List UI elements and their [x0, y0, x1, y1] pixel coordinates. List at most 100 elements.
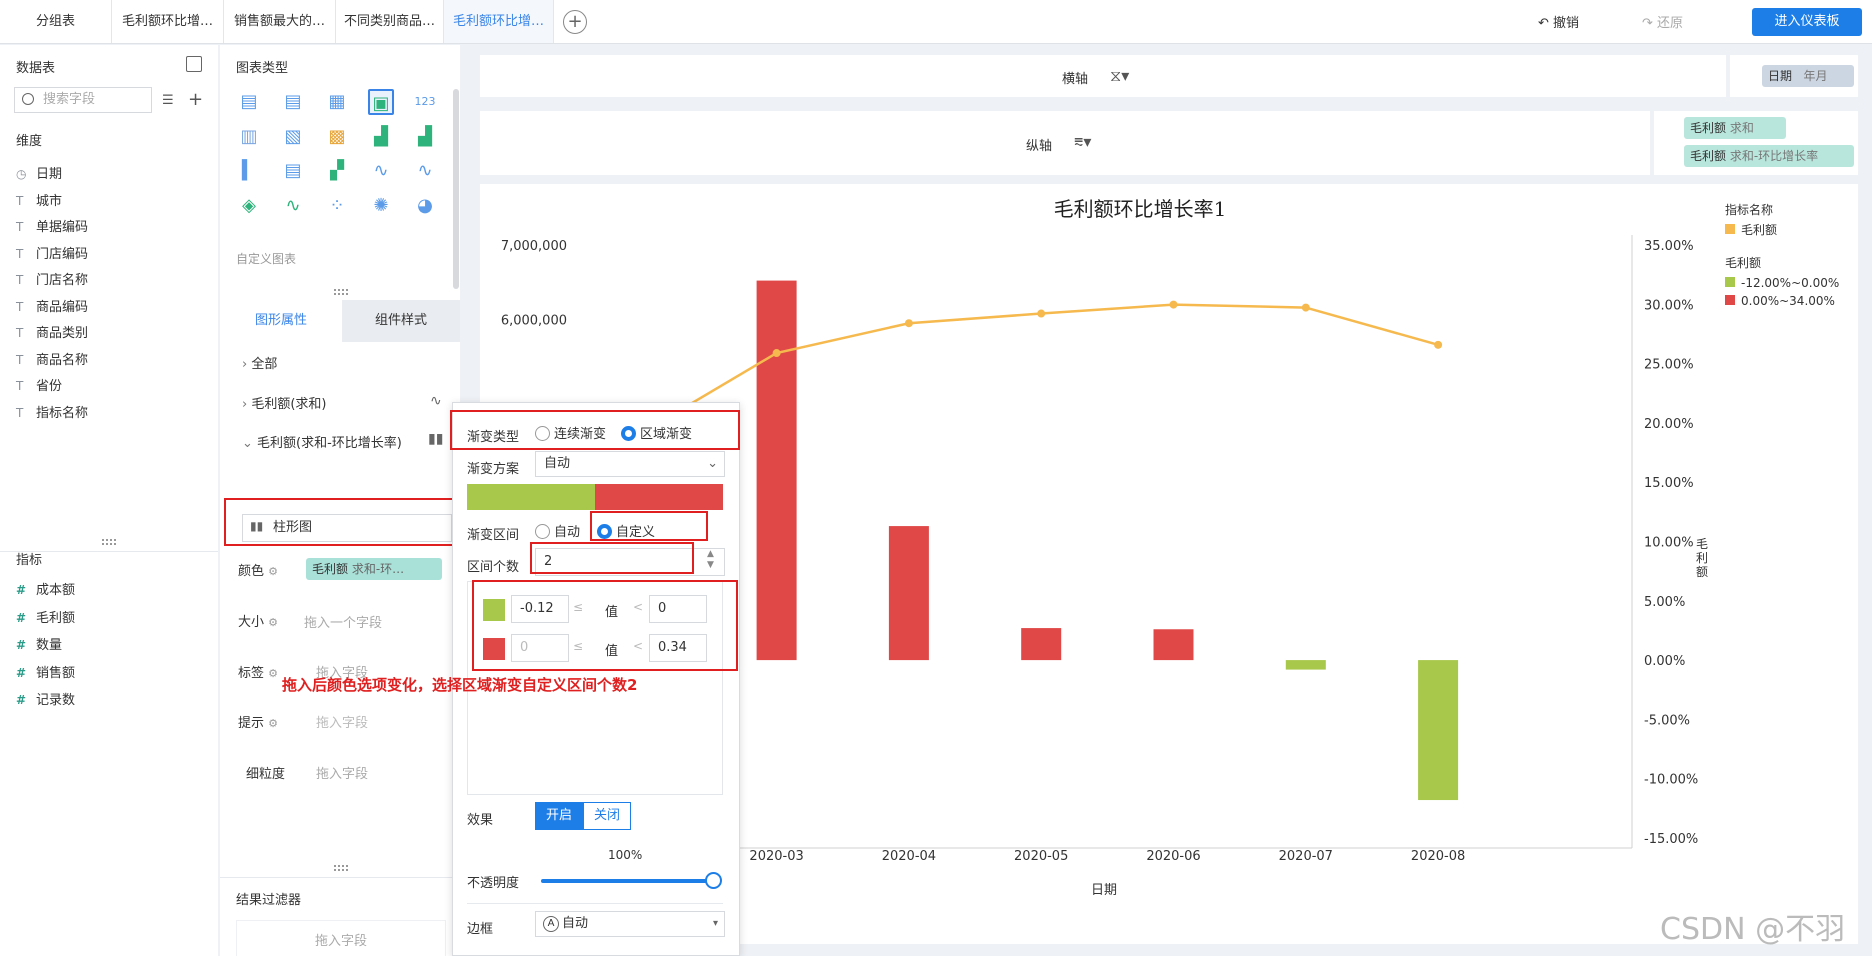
dimension-field[interactable]: T 指标名称	[16, 402, 88, 421]
effect-on-button[interactable]: 开启	[535, 802, 583, 830]
gear-icon[interactable]: ⚙	[268, 717, 278, 730]
measure-field[interactable]: # 记录数	[16, 689, 75, 708]
undo-icon: ↶	[1538, 16, 1554, 31]
chart-switch-icon[interactable]: ⩳▾	[1074, 132, 1091, 152]
x-field-pill[interactable]: 日期 年月	[1762, 65, 1854, 87]
chart-type-icon[interactable]: ▧	[280, 124, 306, 150]
bar-chart-icon[interactable]: ▮▮	[428, 431, 443, 447]
all-series-item[interactable]: › 全部	[242, 353, 277, 372]
dimension-field[interactable]: T 省份	[16, 375, 62, 394]
filter-drop-zone[interactable]: 拖入字段	[236, 920, 446, 956]
line-point	[904, 319, 913, 328]
chart-type-icon[interactable]: ◕	[412, 193, 438, 219]
dimension-field[interactable]: T 商品编码	[16, 296, 88, 315]
tab-item[interactable]: 毛利额环比增…	[112, 0, 224, 43]
tab-item[interactable]: 销售额最大的…	[224, 0, 336, 43]
legend-title: 毛利额	[1725, 256, 1761, 270]
y-right-tick-label: 35.00%	[1644, 239, 1694, 254]
opacity-slider-handle[interactable]	[705, 872, 722, 889]
sort-icon[interactable]: ☰	[162, 93, 174, 108]
chart-type-icon[interactable]: ◈	[236, 193, 262, 219]
chart-type-icon[interactable]: ▍	[236, 158, 262, 184]
chart-type-icon[interactable]: ▩	[324, 124, 350, 150]
chart-type-icon[interactable]: ▤	[236, 89, 262, 115]
add-tab-icon[interactable]: +	[563, 10, 587, 34]
search-input[interactable]: 搜索字段	[14, 87, 152, 113]
resize-handle[interactable]	[334, 865, 348, 871]
sort-axis-icon[interactable]: ⧖▾	[1110, 66, 1129, 86]
measure-field[interactable]: # 数量	[16, 634, 62, 653]
gear-icon[interactable]: ⚙	[268, 667, 278, 680]
radio-range-auto[interactable]: 自动	[535, 521, 580, 540]
series-item-sum[interactable]: › 毛利额(求和)	[242, 393, 327, 412]
dimension-field[interactable]: T 城市	[16, 190, 62, 209]
resize-handle[interactable]	[334, 289, 348, 295]
resize-handle[interactable]	[102, 539, 116, 545]
chart-type-icon[interactable]: ▤	[280, 158, 306, 184]
chart-type-icon[interactable]: ∿	[280, 193, 306, 219]
legend-swatch	[1725, 295, 1735, 305]
border-select[interactable]: 自动 ▾	[535, 911, 725, 937]
chart-type-icon[interactable]: ✺	[368, 193, 394, 219]
enter-dashboard-button[interactable]: 进入仪表板	[1752, 8, 1862, 36]
chart-type-icon[interactable]: ∿	[368, 158, 394, 184]
dimension-field[interactable]: ◷ 日期	[16, 163, 62, 182]
opacity-label: 不透明度	[467, 876, 520, 891]
tab-component-style[interactable]: 组件样式	[342, 300, 460, 342]
chart-type-icon[interactable]: ▟	[412, 124, 438, 150]
line-chart-icon[interactable]: ∿	[430, 393, 442, 409]
y-right-axis-title-char: 毛	[1696, 537, 1708, 551]
tab-graph-props[interactable]: 图形属性	[220, 300, 342, 342]
opacity-slider-track[interactable]	[541, 879, 715, 883]
series-item-growth[interactable]: ⌄ 毛利额(求和-环比增长率)	[242, 432, 402, 451]
switch-table-icon[interactable]	[186, 56, 202, 72]
dimension-field[interactable]: T 商品类别	[16, 322, 88, 341]
measure-field[interactable]: # 毛利额	[16, 607, 75, 626]
tab-item[interactable]: 不同类别商品…	[336, 0, 444, 43]
scrollbar[interactable]	[453, 89, 459, 289]
dimension-field[interactable]: T 门店名称	[16, 269, 88, 288]
chart-type-icon[interactable]: ▞	[324, 158, 350, 184]
scheme-select[interactable]: 自动 ⌄	[535, 451, 725, 477]
size-property: 大小 ⚙	[238, 611, 278, 630]
measure-field[interactable]: # 成本额	[16, 579, 75, 598]
field-label: 商品编码	[36, 299, 89, 315]
granularity-drop-zone[interactable]: 拖入字段	[316, 763, 368, 782]
chart-type-icon[interactable]: ▦	[324, 89, 350, 115]
stepper-icon[interactable]: ▲ ▼	[707, 549, 714, 571]
legend-item: -12.00%~0.00%	[1741, 276, 1839, 290]
effect-off-button[interactable]: 关闭	[583, 802, 631, 830]
search-placeholder: 搜索字段	[43, 92, 96, 107]
dropdown-arrow-icon: ▾	[712, 918, 718, 929]
dimension-field[interactable]: T 商品名称	[16, 349, 88, 368]
measure-field[interactable]: # 销售额	[16, 662, 75, 681]
undo-button[interactable]: ↶ 撤销	[1538, 12, 1579, 31]
chart-type-icon[interactable]: ▥	[236, 124, 262, 150]
y-field-pill-1[interactable]: 毛利额 求和	[1684, 117, 1786, 139]
gear-icon[interactable]: ⚙	[268, 616, 278, 629]
chevron-right-icon: ›	[242, 357, 252, 372]
tip-drop-zone[interactable]: 拖入字段	[316, 712, 368, 731]
redo-button[interactable]: ↷ 还原	[1642, 12, 1683, 31]
add-field-icon[interactable]: +	[188, 89, 203, 110]
chart-type-icon[interactable]: ⁘	[324, 193, 350, 219]
gear-icon[interactable]: ⚙	[268, 565, 278, 578]
dimension-field[interactable]: T 门店编码	[16, 243, 88, 262]
chart-type-icon[interactable]: 123	[412, 89, 438, 115]
chart-type-icon[interactable]: ▣	[368, 89, 394, 115]
color-field-pill[interactable]: 毛利额 求和-环…	[306, 558, 442, 580]
text-type-icon: T	[16, 405, 24, 420]
custom-chart-link[interactable]: 自定义图表	[236, 250, 296, 267]
number-type-icon: #	[16, 665, 27, 680]
chart-type-icon[interactable]: ▟	[368, 124, 394, 150]
chart-type-icon[interactable]: ∿	[412, 158, 438, 184]
dimension-field[interactable]: T 单据编码	[16, 216, 88, 235]
y-right-tick-label: 15.00%	[1644, 476, 1694, 491]
size-drop-zone[interactable]: 拖入一个字段	[304, 612, 382, 631]
tab-item-active[interactable]: 毛利额环比增…	[444, 0, 554, 43]
tab-item[interactable]: 分组表	[0, 0, 112, 43]
y-field-pill-2[interactable]: 毛利额 求和-环比增长率	[1684, 145, 1854, 167]
y-right-axis-title-char: 利	[1696, 551, 1708, 565]
chart-type-icon[interactable]: ▤	[280, 89, 306, 115]
color-label: 颜色	[238, 564, 265, 579]
